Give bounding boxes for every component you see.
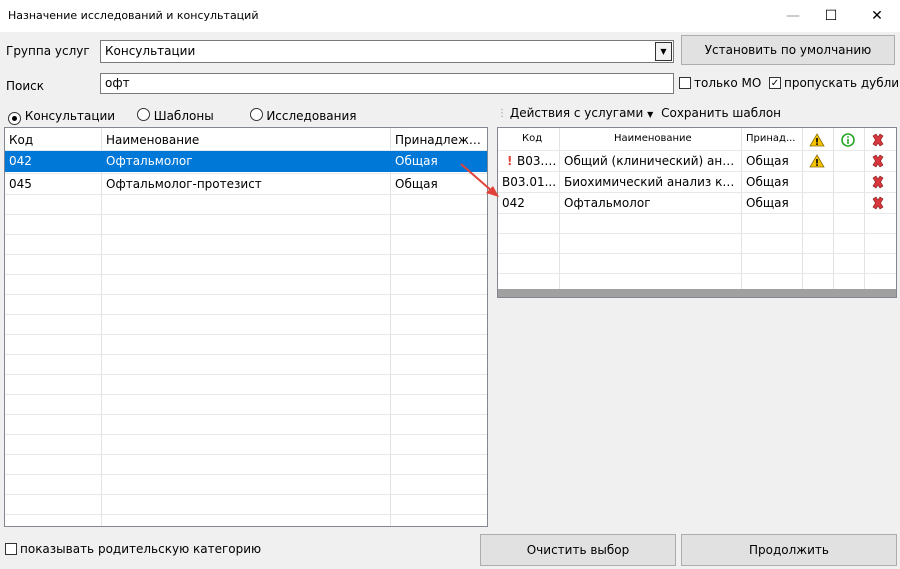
table-row[interactable]: B03.01... Биохимический анализ крови Общ… <box>498 172 896 192</box>
column-header-name[interactable]: Наименование <box>106 133 386 147</box>
delete-icon[interactable] <box>871 154 885 168</box>
selected-services-grid[interactable]: Код Наименование Принад... ! B03.01. Общ… <box>497 127 897 298</box>
dropdown-arrow-icon: ▼ <box>647 110 654 119</box>
column-header-owner[interactable]: Принадлежн... <box>395 133 485 147</box>
column-header-owner[interactable]: Принад... <box>746 133 800 144</box>
group-combo-value: Консультации <box>105 44 196 58</box>
set-default-button[interactable]: Установить по умолчанию <box>681 35 895 65</box>
group-combo[interactable]: Консультации ▼ <box>100 40 674 63</box>
title-bar: Назначение исследований и консультаций —… <box>0 0 900 32</box>
services-grid[interactable]: Код Наименование Принадлежн... 042 Офтал… <box>4 127 488 527</box>
error-mark-icon: ! <box>507 154 513 168</box>
window-title: Назначение исследований и консультаций <box>8 9 259 22</box>
right-toolbar: ⋮ Действия с услугами ▼ Сохранить шаблон <box>497 106 897 124</box>
info-icon <box>841 133 855 147</box>
continue-button[interactable]: Продолжить <box>681 534 897 566</box>
group-label: Группа услуг <box>6 44 90 58</box>
warning-icon <box>809 133 825 147</box>
column-header-name[interactable]: Наименование <box>614 133 692 144</box>
actions-menu[interactable]: Действия с услугами ▼ <box>510 106 653 120</box>
search-input[interactable]: офт <box>100 73 674 94</box>
chevron-down-icon[interactable]: ▼ <box>655 42 672 61</box>
maximize-button[interactable]: ☐ <box>808 0 854 32</box>
only-mo-label: только МО <box>694 76 762 90</box>
grip-icon: ⋮ <box>497 108 507 119</box>
search-label: Поиск <box>6 79 45 93</box>
service-type-radios: Консультации Шаблоны Исследования <box>8 108 356 125</box>
radio-consultations[interactable]: Консультации <box>8 109 115 125</box>
show-parent-label: показывать родительскую категорию <box>20 542 262 556</box>
radio-templates[interactable]: Шаблоны <box>136 108 214 123</box>
annotation-arrow-icon <box>460 163 499 197</box>
table-row[interactable]: 042 Офтальмолог Общая <box>498 193 896 213</box>
delete-icon[interactable] <box>871 175 885 189</box>
delete-icon[interactable] <box>871 196 885 210</box>
checkmark-icon: ✓ <box>770 78 780 89</box>
radio-research[interactable]: Исследования <box>249 108 356 123</box>
table-row[interactable]: 042 Офтальмолог Общая <box>5 151 487 172</box>
show-parent-checkbox[interactable] <box>5 543 17 555</box>
clear-selection-button[interactable]: Очистить выбор <box>480 534 676 566</box>
delete-icon[interactable] <box>871 133 885 147</box>
table-row[interactable]: ! B03.01. Общий (клинический) анали... О… <box>498 151 896 171</box>
only-mo-checkbox[interactable] <box>679 77 691 89</box>
save-template-button[interactable]: Сохранить шаблон <box>661 106 781 120</box>
column-header-code[interactable]: Код <box>522 133 542 144</box>
close-button[interactable]: ✕ <box>854 0 900 32</box>
warning-icon <box>809 154 825 168</box>
horizontal-scrollbar[interactable] <box>498 289 896 297</box>
column-header-code[interactable]: Код <box>9 133 97 147</box>
table-row[interactable]: 045 Офтальмолог-протезист Общая <box>5 174 487 194</box>
skip-dupes-label: пропускать дубли <box>784 76 900 90</box>
skip-dupes-checkbox[interactable]: ✓ <box>769 77 781 89</box>
